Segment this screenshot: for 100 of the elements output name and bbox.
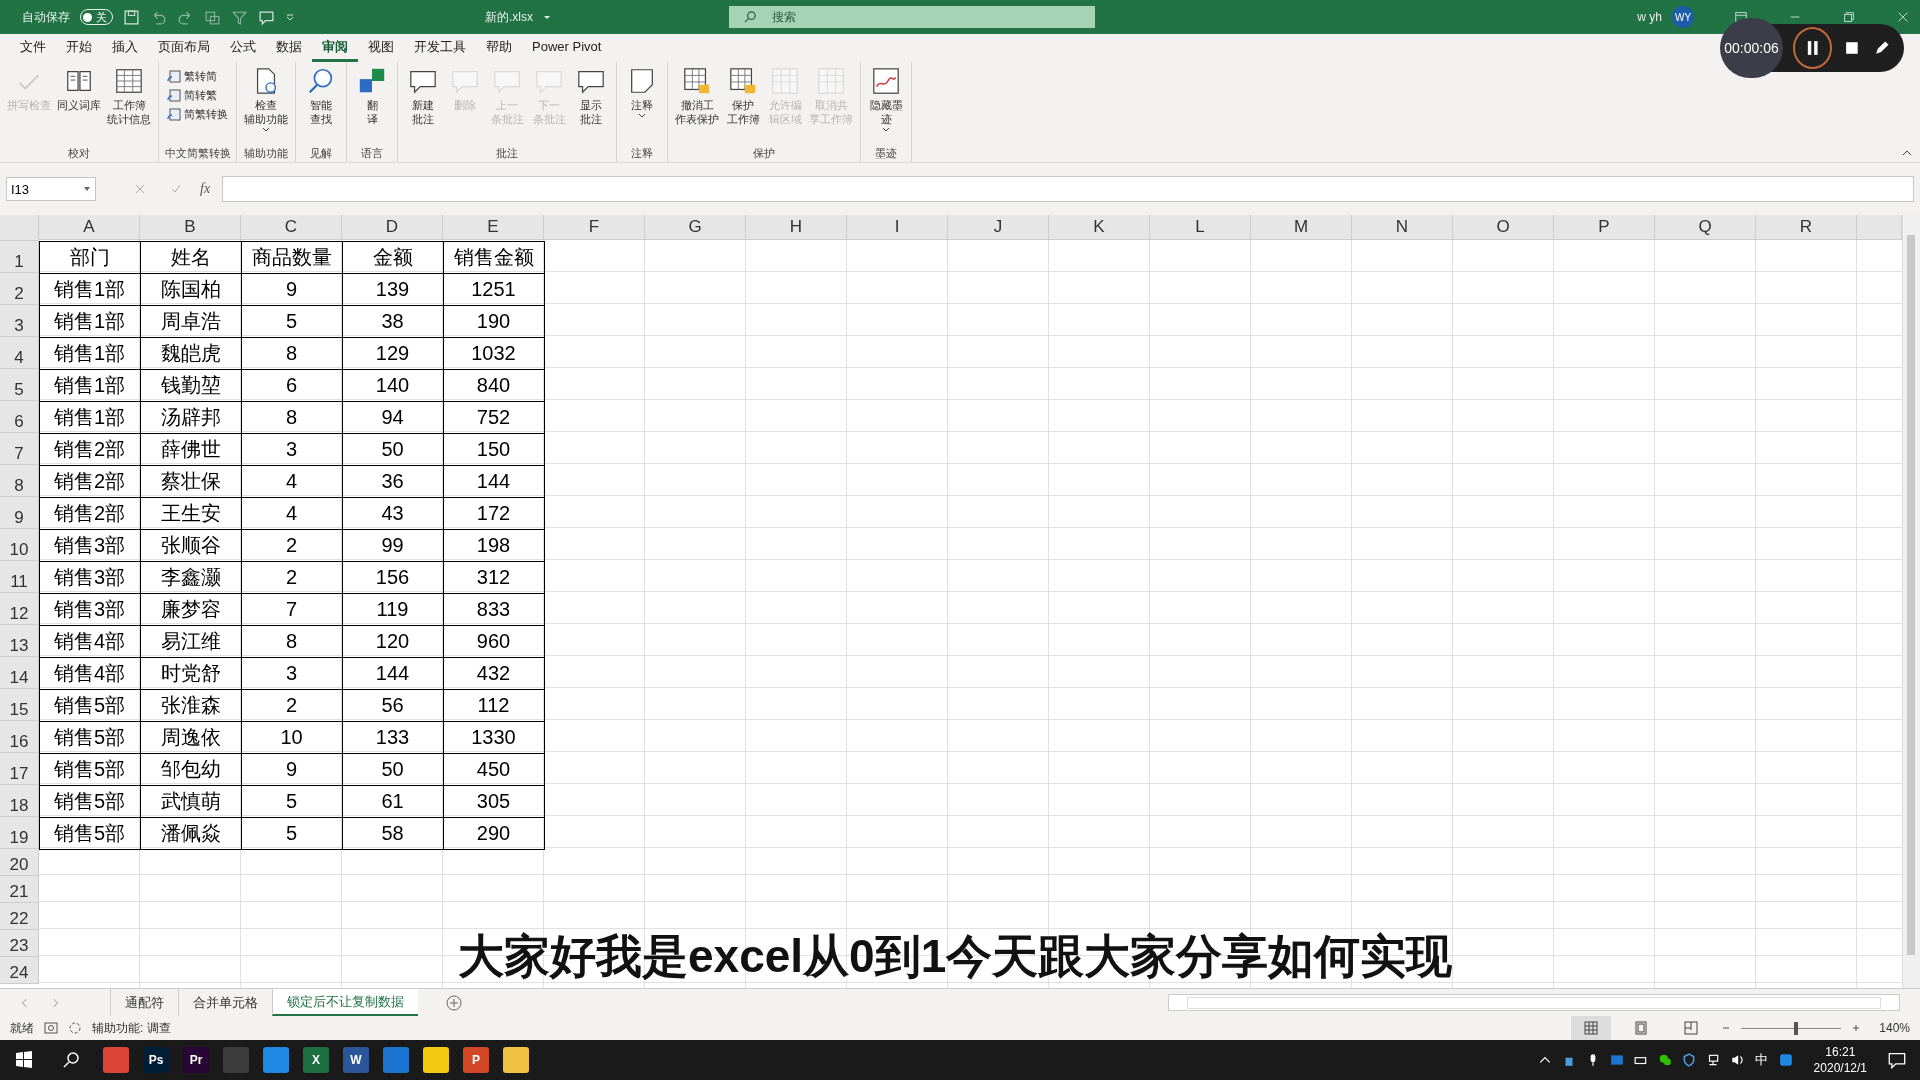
row-header[interactable]: 4 xyxy=(0,337,39,369)
macro-record-icon[interactable] xyxy=(44,1021,58,1035)
column-header[interactable]: N xyxy=(1352,215,1453,240)
horizontal-scrollbar[interactable] xyxy=(1168,994,1900,1011)
row-header[interactable]: 20 xyxy=(0,849,39,876)
caret-icon[interactable] xyxy=(543,13,551,21)
ribbon-button[interactable]: 隐藏墨 迹 xyxy=(865,64,907,144)
row-header[interactable]: 13 xyxy=(0,625,39,657)
ribbon-tab[interactable]: 视图 xyxy=(358,34,404,62)
column-header[interactable]: M xyxy=(1251,215,1352,240)
ribbon-tab[interactable]: 开发工具 xyxy=(404,34,476,62)
save-icon[interactable] xyxy=(123,8,140,26)
windows-logo-icon[interactable] xyxy=(14,1050,34,1070)
close-icon[interactable] xyxy=(1896,10,1910,24)
ribbon-tab[interactable]: 公式 xyxy=(220,34,266,62)
row-header[interactable]: 3 xyxy=(0,305,39,337)
row-header[interactable]: 15 xyxy=(0,689,39,721)
ribbon-button[interactable]: 新建 批注 xyxy=(402,64,444,144)
row-header[interactable]: 5 xyxy=(0,369,39,401)
column-header[interactable]: J xyxy=(948,215,1049,240)
ribbon-button[interactable]: 注释 xyxy=(621,64,663,144)
ribbon-button[interactable]: 翻 译 xyxy=(351,64,393,144)
column-header[interactable]: K xyxy=(1049,215,1150,240)
row-header[interactable]: 16 xyxy=(0,721,39,753)
ribbon-button[interactable]: 繁转简 xyxy=(163,68,232,85)
search-field[interactable]: 搜索 xyxy=(729,6,1095,28)
chat-bubbles-icon[interactable] xyxy=(1657,1053,1672,1067)
app-icon[interactable]: X xyxy=(303,1047,329,1073)
row-header[interactable]: 9 xyxy=(0,497,39,529)
user-avatar[interactable]: WY xyxy=(1672,6,1694,28)
column-header[interactable]: I xyxy=(847,215,948,240)
row-header[interactable]: 18 xyxy=(0,785,39,817)
column-header[interactable]: Q xyxy=(1655,215,1756,240)
row-header[interactable]: 1 xyxy=(0,241,39,273)
row-header[interactable]: 23 xyxy=(0,930,39,957)
clock[interactable]: 16:21 2020/12/1 xyxy=(1813,1044,1867,1076)
row-header[interactable]: 2 xyxy=(0,273,39,305)
row-header[interactable]: 21 xyxy=(0,876,39,903)
app-icon[interactable]: P xyxy=(463,1047,489,1073)
ribbon-button[interactable]: 同义词库 xyxy=(54,64,104,144)
ribbon-tab[interactable]: 帮助 xyxy=(476,34,522,62)
ribbon-button[interactable]: 检查 辅助功能 xyxy=(241,64,291,144)
notification-icon[interactable] xyxy=(1888,1051,1906,1069)
accessibility-icon[interactable] xyxy=(68,1021,82,1035)
vertical-scrollbar[interactable] xyxy=(1902,215,1920,988)
volume-icon[interactable] xyxy=(1729,1053,1744,1067)
row-header[interactable]: 11 xyxy=(0,561,39,593)
column-header[interactable]: L xyxy=(1150,215,1251,240)
search-icon[interactable] xyxy=(62,1050,82,1070)
ribbon-button[interactable]: 智能 查找 xyxy=(300,64,342,144)
ribbon-button[interactable]: 保护 工作簿 xyxy=(722,64,764,144)
ribbon-button[interactable]: 撤消工 作表保护 xyxy=(672,64,722,144)
column-header[interactable]: G xyxy=(645,215,746,240)
ribbon-tab[interactable]: 文件 xyxy=(10,34,56,62)
accessibility-status[interactable]: 辅助功能: 调查 xyxy=(92,1019,171,1037)
column-header[interactable]: A xyxy=(39,215,140,240)
row-header[interactable]: 8 xyxy=(0,465,39,497)
customize-caret-icon[interactable] xyxy=(285,12,295,22)
ribbon-tab[interactable]: 开始 xyxy=(56,34,102,62)
row-header[interactable]: 17 xyxy=(0,753,39,785)
app-icon[interactable]: Pr xyxy=(183,1047,209,1073)
app-icon[interactable]: Ps xyxy=(143,1047,169,1073)
formula-input[interactable] xyxy=(222,176,1914,202)
row-header[interactable]: 10 xyxy=(0,529,39,561)
shield-icon[interactable] xyxy=(1681,1053,1696,1067)
column-header[interactable]: B xyxy=(140,215,241,240)
zoom-level[interactable]: 140% xyxy=(1879,1021,1910,1035)
app-icon[interactable]: W xyxy=(343,1047,369,1073)
add-sheet-icon[interactable] xyxy=(446,994,462,1011)
ribbon-button[interactable]: 工作簿 统计信息 xyxy=(104,64,154,144)
row-header[interactable]: 7 xyxy=(0,433,39,465)
ribbon-tab[interactable]: 页面布局 xyxy=(148,34,220,62)
row-header[interactable]: 14 xyxy=(0,657,39,689)
column-header[interactable]: F xyxy=(544,215,645,240)
ribbon-tab[interactable]: 数据 xyxy=(266,34,312,62)
sheet-tab[interactable]: 锁定后不让复制数据 xyxy=(272,989,418,1016)
cancel-icon[interactable] xyxy=(134,183,146,195)
column-header[interactable]: E xyxy=(443,215,544,240)
insert-function-button[interactable]: fx xyxy=(200,181,211,197)
row-header[interactable]: 19 xyxy=(0,817,39,849)
name-box[interactable]: I13 xyxy=(6,177,96,201)
input-method-indicator[interactable]: 中 xyxy=(1754,1051,1768,1069)
view-button[interactable] xyxy=(1571,1016,1612,1040)
restore-icon[interactable] xyxy=(1842,10,1856,24)
row-header[interactable]: 24 xyxy=(0,957,39,984)
ribbon-tab[interactable]: 插入 xyxy=(102,34,148,62)
column-header[interactable]: H xyxy=(746,215,847,240)
ribbon-button[interactable]: 简转繁 xyxy=(163,87,232,104)
row-header[interactable]: 22 xyxy=(0,903,39,930)
row-header[interactable]: 6 xyxy=(0,401,39,433)
pause-icon[interactable] xyxy=(1793,27,1833,69)
row-header[interactable]: 12 xyxy=(0,593,39,625)
ribbon-button[interactable]: 简繁转换 xyxy=(163,106,232,123)
collapse-ribbon-icon[interactable] xyxy=(1902,148,1912,158)
column-header[interactable]: O xyxy=(1453,215,1554,240)
column-header[interactable]: R xyxy=(1756,215,1857,240)
column-header[interactable]: C xyxy=(241,215,342,240)
column-header[interactable]: P xyxy=(1554,215,1655,240)
zoom-in-icon[interactable] xyxy=(1851,1023,1862,1033)
ribbon-button[interactable]: 显示 批注 xyxy=(570,64,612,144)
